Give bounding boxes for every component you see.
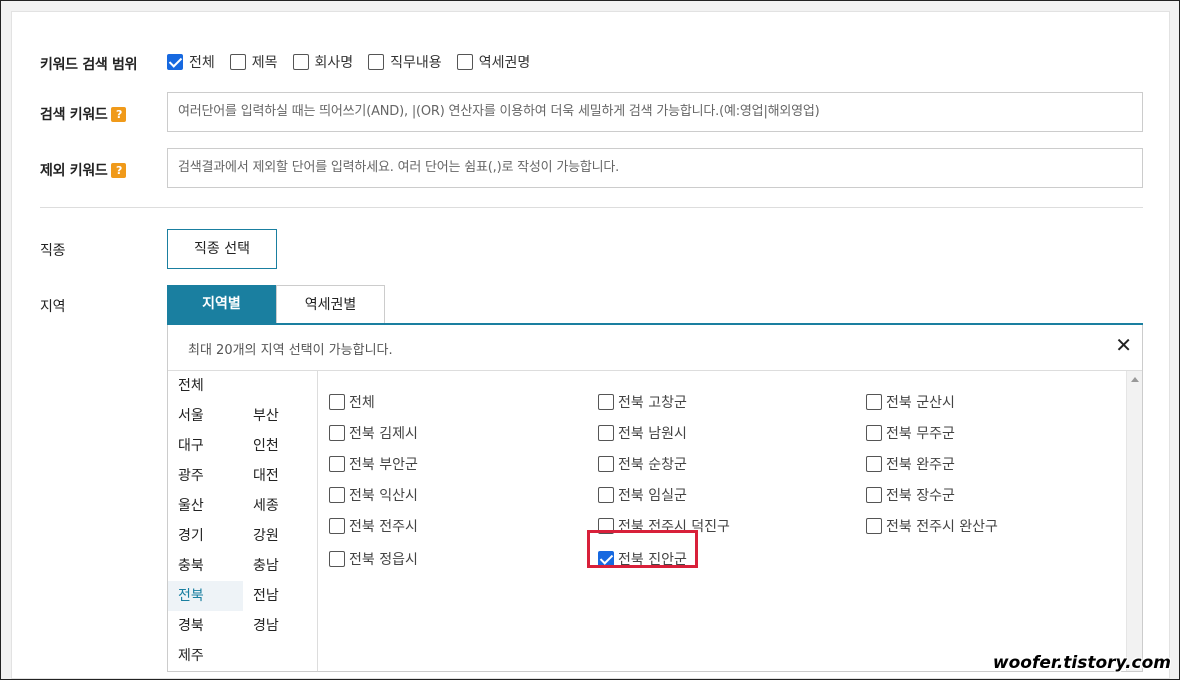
scope-label: 키워드 검색 범위 bbox=[40, 57, 138, 73]
district-option[interactable]: 전북 임실군 bbox=[598, 485, 687, 505]
district-option[interactable]: 전북 완주군 bbox=[866, 454, 955, 474]
scope-option-title[interactable]: 제목 bbox=[229, 52, 278, 72]
window-frame: 키워드 검색 범위 전체 제목 회사명 직무내용 역세권명 검색 키워드? 여러… bbox=[0, 0, 1180, 680]
job-select-button[interactable]: 직종 선택 bbox=[167, 229, 277, 269]
exclude-keyword-input[interactable]: 검색결과에서 제외할 단어를 입력하세요. 여러 단어는 쉼표(,)로 작성이 … bbox=[167, 148, 1143, 188]
province-item[interactable]: 광주 bbox=[168, 461, 243, 491]
checkbox-icon[interactable] bbox=[456, 54, 473, 70]
help-icon[interactable]: ? bbox=[111, 163, 127, 178]
checkbox-icon[interactable] bbox=[866, 487, 882, 503]
checkbox-icon[interactable] bbox=[329, 394, 345, 410]
province-item[interactable]: 서울 bbox=[168, 401, 243, 431]
district-option[interactable]: 전체 bbox=[329, 392, 375, 412]
checkbox-icon[interactable] bbox=[368, 54, 385, 70]
checkbox-icon[interactable] bbox=[598, 425, 614, 441]
scope-option-all[interactable]: 전체 bbox=[167, 52, 215, 72]
checkbox-icon[interactable] bbox=[329, 487, 345, 503]
annotation-highlight bbox=[587, 530, 698, 568]
checkbox-icon[interactable] bbox=[866, 518, 882, 534]
scope-option-station[interactable]: 역세권명 bbox=[456, 52, 530, 72]
region-tabs: 지역별 역세권별 bbox=[167, 285, 385, 323]
scope-option-job-desc[interactable]: 직무내용 bbox=[368, 52, 442, 72]
province-item[interactable]: 세종 bbox=[243, 491, 318, 521]
district-option[interactable]: 전북 무주군 bbox=[866, 423, 955, 443]
district-option[interactable]: 전북 익산시 bbox=[329, 485, 418, 505]
checkbox-icon[interactable] bbox=[598, 487, 614, 503]
scroll-up-arrow-icon[interactable] bbox=[1131, 377, 1139, 382]
district-option[interactable]: 전북 순창군 bbox=[598, 454, 687, 474]
region-selector: 최대 20개의 지역 선택이 가능합니다. ✕ 전체 서울 부산 대구 인천 광… bbox=[167, 325, 1143, 672]
province-item-selected[interactable]: 전북 bbox=[168, 581, 243, 611]
region-notice: 최대 20개의 지역 선택이 가능합니다. bbox=[188, 343, 393, 358]
search-keyword-input[interactable]: 여러단어를 입력하실 때는 띄어쓰기(AND), |(OR) 연산자를 이용하여… bbox=[167, 92, 1143, 132]
checkbox-icon[interactable] bbox=[598, 456, 614, 472]
checkbox-icon[interactable] bbox=[229, 54, 246, 70]
search-keyword-label: 검색 키워드? bbox=[40, 104, 127, 124]
district-option[interactable]: 전북 고창군 bbox=[598, 392, 687, 412]
province-item[interactable]: 울산 bbox=[168, 491, 243, 521]
province-item[interactable]: 전남 bbox=[243, 581, 318, 611]
close-icon[interactable]: ✕ bbox=[1115, 335, 1132, 355]
province-item[interactable]: 대전 bbox=[243, 461, 318, 491]
province-item[interactable]: 제주 bbox=[168, 641, 243, 671]
search-panel: 키워드 검색 범위 전체 제목 회사명 직무내용 역세권명 검색 키워드? 여러… bbox=[11, 11, 1170, 679]
tab-station[interactable]: 역세권별 bbox=[276, 285, 385, 323]
checkbox-icon[interactable] bbox=[866, 394, 882, 410]
province-item[interactable]: 인천 bbox=[243, 431, 318, 461]
checkbox-icon[interactable] bbox=[292, 54, 309, 70]
province-item[interactable]: 경기 bbox=[168, 521, 243, 551]
checkbox-checked-icon[interactable] bbox=[167, 54, 183, 70]
job-label: 직종 bbox=[40, 243, 66, 259]
checkbox-icon[interactable] bbox=[329, 518, 345, 534]
tab-region[interactable]: 지역별 bbox=[167, 285, 276, 323]
province-item[interactable]: 대구 bbox=[168, 431, 243, 461]
checkbox-icon[interactable] bbox=[329, 551, 345, 567]
divider bbox=[40, 207, 1143, 208]
scope-options: 전체 제목 회사명 직무내용 역세권명 bbox=[167, 52, 545, 72]
checkbox-icon[interactable] bbox=[598, 394, 614, 410]
province-list: 전체 서울 부산 대구 인천 광주 대전 울산 세종 경기 강원 충북 충남 전… bbox=[168, 371, 318, 671]
watermark: woofer.tistory.com bbox=[992, 653, 1171, 673]
district-option[interactable]: 전북 군산시 bbox=[866, 392, 955, 412]
checkbox-icon[interactable] bbox=[329, 425, 345, 441]
province-item[interactable]: 부산 bbox=[243, 401, 318, 431]
district-option[interactable]: 전북 남원시 bbox=[598, 423, 687, 443]
district-option[interactable]: 전북 부안군 bbox=[329, 454, 418, 474]
scrollbar[interactable] bbox=[1126, 371, 1142, 671]
checkbox-icon[interactable] bbox=[866, 425, 882, 441]
district-option[interactable]: 전북 정읍시 bbox=[329, 549, 418, 569]
district-option[interactable]: 전북 전주시 bbox=[329, 516, 418, 536]
province-item[interactable]: 전체 bbox=[168, 371, 243, 401]
province-item[interactable]: 충남 bbox=[243, 551, 318, 581]
checkbox-icon[interactable] bbox=[866, 456, 882, 472]
checkbox-icon[interactable] bbox=[329, 456, 345, 472]
scope-option-company[interactable]: 회사명 bbox=[292, 52, 353, 72]
province-item[interactable]: 경북 bbox=[168, 611, 243, 641]
exclude-keyword-label: 제외 키워드? bbox=[40, 160, 127, 180]
help-icon[interactable]: ? bbox=[111, 107, 127, 122]
province-item[interactable]: 강원 bbox=[243, 521, 318, 551]
district-option[interactable]: 전북 장수군 bbox=[866, 485, 955, 505]
district-option[interactable]: 전북 김제시 bbox=[329, 423, 418, 443]
province-item[interactable]: 충북 bbox=[168, 551, 243, 581]
region-label: 지역 bbox=[40, 299, 66, 315]
province-item[interactable]: 경남 bbox=[243, 611, 318, 641]
district-option[interactable]: 전북 전주시 완산구 bbox=[866, 516, 998, 536]
